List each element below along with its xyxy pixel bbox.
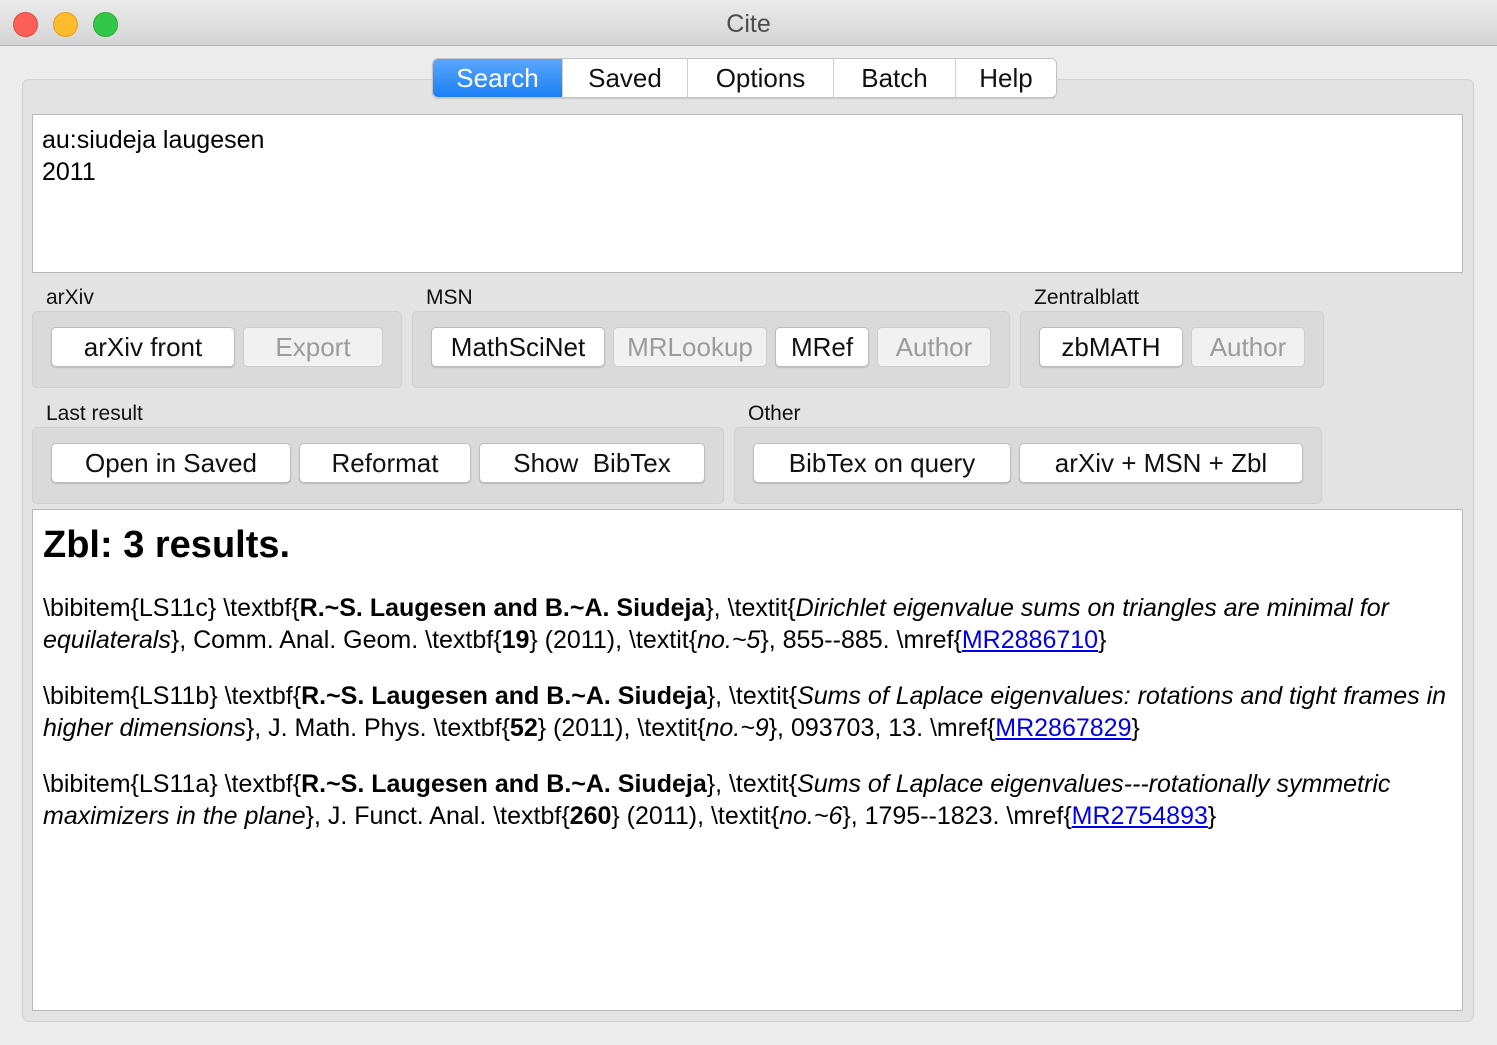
results-list: \bibitem{LS11c} \textbf{R.~S. Laugesen a…	[43, 592, 1452, 832]
entry-volume: 260	[569, 802, 612, 830]
open-in-saved-button[interactable]: Open in Saved	[51, 443, 291, 483]
entry-authors: R.~S. Laugesen and B.~A. Siudeja	[301, 682, 707, 710]
mr-link[interactable]: MR2886710	[962, 626, 1098, 654]
entry-pages: }, 1795--1823. \mref{	[842, 802, 1072, 830]
entry-year: } (2011), \textit{	[611, 802, 780, 830]
entry-prefix: \bibitem{LS11b} \textbf{	[43, 682, 302, 710]
entry-authors: R.~S. Laugesen and B.~A. Siudeja	[299, 594, 706, 622]
mathscinet-button[interactable]: MathSciNet	[431, 327, 605, 367]
mr-link[interactable]: MR2867829	[995, 714, 1131, 742]
mr-link[interactable]: MR2754893	[1072, 802, 1208, 830]
window-title: Cite	[726, 10, 771, 38]
group-label-arxiv: arXiv	[46, 286, 94, 309]
tab-saved[interactable]: Saved	[563, 59, 688, 97]
entry-year: } (2011), \textit{	[537, 714, 706, 742]
entry-suffix: }	[1098, 626, 1107, 654]
tab-search[interactable]: Search	[433, 59, 563, 97]
entry-suffix: }	[1207, 802, 1217, 830]
entry-suffix: }	[1131, 714, 1140, 742]
zbmath-button[interactable]: zbMATH	[1039, 327, 1183, 367]
entry-journal: }, J. Funct. Anal. \textbf{	[305, 802, 570, 830]
tab-bar: Search Saved Options Batch Help	[432, 58, 1057, 98]
entry-pages: }, 093703, 13. \mref{	[768, 714, 996, 742]
mref-button[interactable]: MRef	[775, 327, 869, 367]
entry-prefix: \bibitem{LS11c} \textbf{	[43, 594, 300, 622]
entry-volume: 19	[501, 626, 530, 654]
entry-authors: R.~S. Laugesen and B.~A. Siudeja	[301, 770, 707, 798]
entry-volume: 52	[509, 714, 538, 742]
arxiv-front-button[interactable]: arXiv front	[51, 327, 235, 367]
mrlookup-button[interactable]: MRLookup	[613, 327, 767, 367]
result-entry: \bibitem{LS11c} \textbf{R.~S. Laugesen a…	[43, 592, 1452, 656]
arxiv-msn-zbl-button[interactable]: arXiv + MSN + Zbl	[1019, 443, 1303, 483]
entry-issue: no.~9	[705, 714, 769, 742]
zbl-author-button[interactable]: Author	[1191, 327, 1305, 367]
group-label-zentralblatt: Zentralblatt	[1034, 286, 1140, 309]
results-heading: Zbl: 3 results.	[43, 524, 291, 566]
entry-sep: }, \textit{	[705, 594, 796, 622]
entry-issue: no.~6	[779, 802, 843, 830]
title-bar: Cite	[0, 0, 1497, 46]
entry-prefix: \bibitem{LS11a} \textbf{	[43, 770, 302, 798]
entry-issue: no.~5	[697, 626, 761, 654]
reformat-button[interactable]: Reformat	[299, 443, 471, 483]
result-entry: \bibitem{LS11b} \textbf{R.~S. Laugesen a…	[43, 680, 1452, 744]
msn-author-button[interactable]: Author	[877, 327, 991, 367]
results-pane: Zbl: 3 results. \bibitem{LS11c} \textbf{…	[32, 509, 1463, 1011]
arxiv-export-button[interactable]: Export	[243, 327, 383, 367]
entry-journal: }, Comm. Anal. Geom. \textbf{	[170, 626, 502, 654]
tab-options[interactable]: Options	[688, 59, 834, 97]
entry-journal: }, J. Math. Phys. \textbf{	[245, 714, 510, 742]
entry-year: } (2011), \textit{	[529, 626, 698, 654]
query-input[interactable]: au:siudeja laugesen 2011	[32, 114, 1463, 273]
group-label-msn: MSN	[426, 286, 473, 309]
tab-help[interactable]: Help	[956, 59, 1056, 97]
entry-sep: }, \textit{	[706, 682, 798, 710]
entry-sep: }, \textit{	[706, 770, 798, 798]
result-entry: \bibitem{LS11a} \textbf{R.~S. Laugesen a…	[43, 768, 1452, 832]
group-label-other: Other	[748, 402, 801, 425]
show-bibtex-button[interactable]: Show BibTex	[479, 443, 705, 483]
entry-pages: }, 855--885. \mref{	[760, 626, 962, 654]
bibtex-on-query-button[interactable]: BibTex on query	[753, 443, 1011, 483]
tab-batch[interactable]: Batch	[834, 59, 956, 97]
group-label-last-result: Last result	[46, 402, 143, 425]
